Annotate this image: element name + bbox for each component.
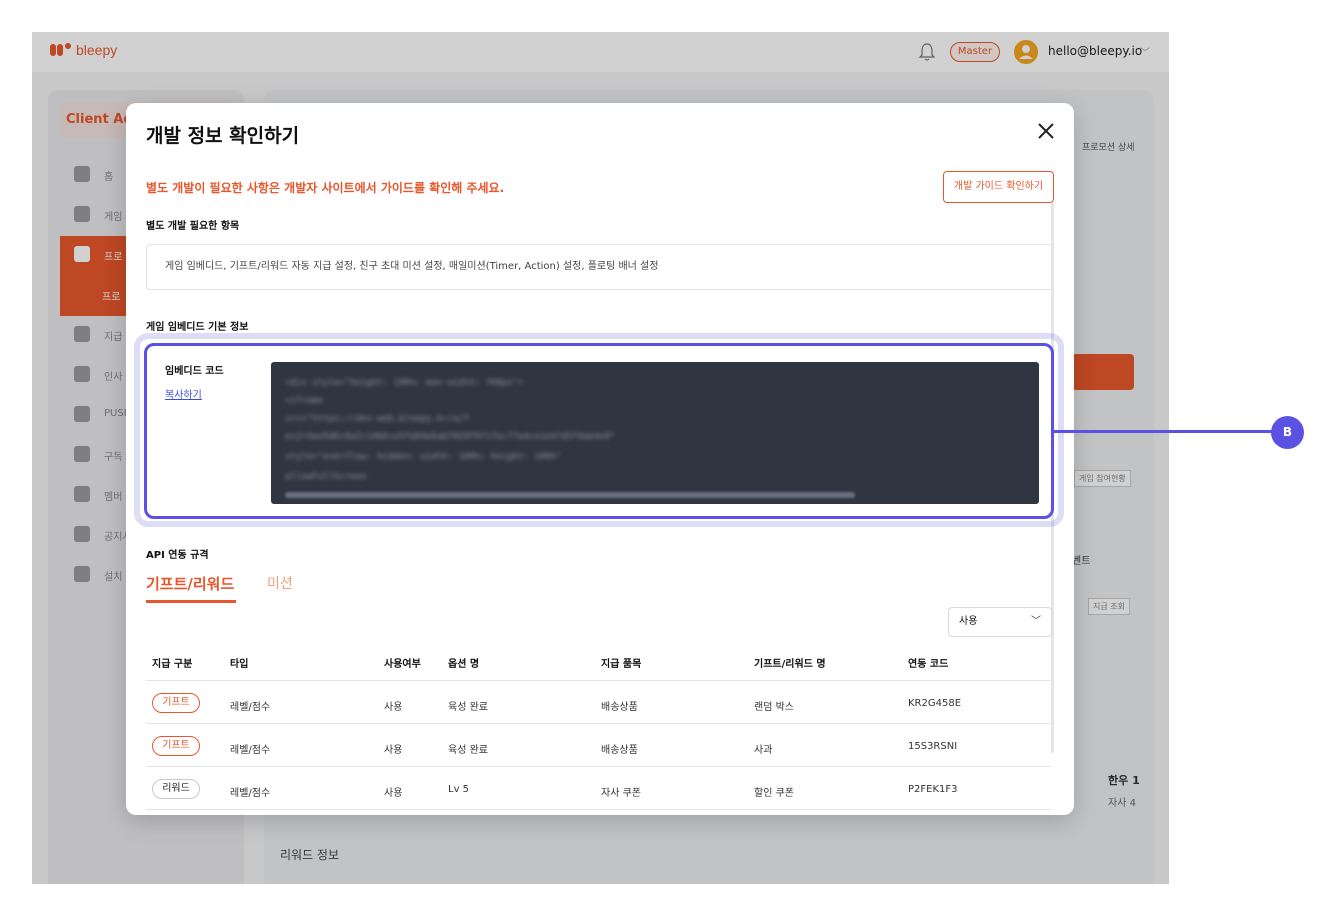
table-cell: 레벨/점수 [230,702,271,713]
column-header: 지급 구분 [152,659,193,670]
reward-tag: 리워드 [152,779,200,799]
dev-items-label: 별도 개발 필요한 항목 [146,221,240,232]
table-cell: 랜덤 박스 [754,702,794,713]
use-filter-value: 사용 [959,616,978,627]
table-cell: 할인 쿠폰 [754,788,794,799]
tab-mission[interactable]: 미션 [267,573,293,593]
row-divider [146,680,1051,681]
table-cell: 자사 쿠폰 [601,788,641,799]
table-cell: 배송상품 [601,702,638,713]
table-cell: KR2G458E [908,698,962,709]
annotation-connector [1054,430,1272,433]
column-header: 지급 품목 [601,659,642,670]
column-header: 타입 [230,659,249,670]
embed-section-label: 게임 임베디드 기본 정보 [146,322,249,333]
table-cell: 사용 [384,745,403,756]
row-divider [146,723,1051,724]
use-filter-select[interactable]: 사용 ﹀ [948,607,1052,637]
code-line: src="https://dev-web.bleepy.kr/a/f [285,414,470,424]
column-header: 연동 코드 [908,659,949,670]
code-horizontal-scrollbar[interactable] [285,492,855,498]
row-divider [146,809,1051,810]
table-cell: 사용 [384,702,403,713]
code-line: es2r4ee5d6c8a2c14b6ce5fa84e6ab7829f9f1fe… [285,432,616,442]
code-line: style="overflow: hidden; width: 100%; he… [285,452,562,462]
gift-tag: 기프트 [152,736,200,756]
table-cell: 사용 [384,788,403,799]
dev-info-modal: 개발 정보 확인하기 별도 개발이 필요한 사항은 개발자 사이트에서 가이드를… [126,103,1074,815]
table-cell: 육성 완료 [448,745,488,756]
dev-guide-button[interactable]: 개발 가이드 확인하기 [943,171,1054,203]
embed-code-card: 임베디드 코드 복사하기 <div style="height: 100%; m… [144,343,1054,519]
table-cell: 레벨/점수 [230,745,271,756]
table-cell: 배송상품 [601,745,638,756]
table-cell: Lv 5 [448,784,470,795]
table-cell: P2FEK1F3 [908,784,958,795]
column-header: 기프트/리워드 명 [754,659,826,670]
embed-code-block[interactable]: <div style="height: 100%; max-width: 768… [271,362,1039,504]
gift-tag: 기프트 [152,693,200,713]
active-tab-indicator [146,600,236,603]
code-line: <div style="height: 100%; max-width: 768… [285,378,524,388]
copy-code-link[interactable]: 복사하기 [165,386,202,401]
table-cell: 레벨/점수 [230,788,271,799]
column-header: 옵션 명 [448,659,480,670]
table-cell: 육성 완료 [448,702,488,713]
row-divider [146,766,1051,767]
modal-title: 개발 정보 확인하기 [146,125,300,147]
table-cell: 15S3RSNI [908,741,958,752]
code-line: allowFullScreen [285,472,367,482]
table-cell: 사과 [754,745,773,756]
embed-code-label: 임베디드 코드 [165,366,224,377]
chevron-down-icon: ﹀ [1031,616,1041,627]
dev-items-field: 게임 임베디드, 기프트/리워드 자동 지급 설정, 친구 초대 미션 설정, … [146,244,1054,290]
api-spec-label: API 연동 규격 [146,550,209,561]
column-header: 사용여부 [384,659,421,670]
tab-gift-reward[interactable]: 기프트/리워드 [146,573,234,594]
close-icon[interactable] [1034,119,1058,143]
dev-guide-notice: 별도 개발이 필요한 사항은 개발자 사이트에서 가이드를 확인해 주세요. [146,181,505,195]
code-line: <iframe [285,396,323,406]
annotation-badge: B [1271,416,1304,449]
